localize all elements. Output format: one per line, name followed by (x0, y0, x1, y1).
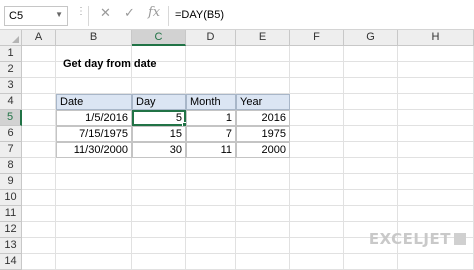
row-header-12[interactable]: 12 (0, 222, 22, 238)
formula-input[interactable]: =DAY(B5) (168, 6, 474, 26)
select-all-icon (12, 36, 19, 43)
exceljet-logo-icon (454, 233, 466, 245)
column-header-b[interactable]: B (56, 30, 132, 46)
formula-bar-divider (88, 6, 89, 26)
column-header-h[interactable]: H (398, 30, 474, 46)
row-header-14[interactable]: 14 (0, 254, 22, 270)
row-header-4[interactable]: 4 (0, 94, 22, 110)
row-header-1[interactable]: 1 (0, 46, 22, 62)
table-header-cell[interactable]: Day (132, 94, 186, 110)
row-header-2[interactable]: 2 (0, 62, 22, 78)
table-cell[interactable]: 7 (186, 126, 236, 142)
sheet-title: Get day from date (63, 58, 157, 70)
table-cell[interactable]: 1 (186, 110, 236, 126)
table-cell[interactable]: 11/30/2000 (56, 142, 132, 158)
row-header-6[interactable]: 6 (0, 126, 22, 142)
table-header-cell[interactable]: Date (56, 94, 132, 110)
cancel-icon[interactable]: ✕ (100, 5, 111, 21)
table-cell[interactable]: 1975 (236, 126, 290, 142)
row-header-5[interactable]: 5 (0, 110, 22, 126)
table-cell[interactable]: 7/15/1975 (56, 126, 132, 142)
active-cell[interactable]: 5 (132, 110, 186, 126)
logo-text: EXCELJET (368, 230, 451, 248)
name-box-value: C5 (9, 10, 24, 22)
row-header-11[interactable]: 11 (0, 206, 22, 222)
more-options-icon[interactable]: ⋮ (76, 6, 87, 17)
row-header-10[interactable]: 10 (0, 190, 22, 206)
row-header-8[interactable]: 8 (0, 158, 22, 174)
row-header-7[interactable]: 7 (0, 142, 22, 158)
row-header-3[interactable]: 3 (0, 78, 22, 94)
gridline-horizontal (22, 77, 474, 78)
exceljet-logo: EXCELJET (369, 230, 466, 248)
formula-bar: C5 ▼ ⋮ ✕ ✓ fx =DAY(B5) (0, 0, 474, 30)
name-box[interactable]: C5 ▼ (4, 6, 68, 26)
column-header-d[interactable]: D (186, 30, 236, 46)
table-cell[interactable]: 30 (132, 142, 186, 158)
select-all-button[interactable] (0, 30, 22, 46)
insert-function-icon[interactable]: fx (148, 5, 160, 20)
column-header-a[interactable]: A (22, 30, 56, 46)
gridline-horizontal (22, 189, 474, 190)
row-header-13[interactable]: 13 (0, 238, 22, 254)
gridline-horizontal (22, 173, 474, 174)
table-cell[interactable]: 2000 (236, 142, 290, 158)
table-cell[interactable]: 11 (186, 142, 236, 158)
column-header-c[interactable]: C (132, 30, 186, 46)
worksheet-grid: ABCDEFGH 1 2 3 4 5 6 7 8 9 10 11 12 13 14 Get day fro… (0, 30, 474, 270)
check-icon[interactable]: ✓ (124, 5, 135, 21)
table-cell[interactable]: 2016 (236, 110, 290, 126)
chevron-down-icon[interactable]: ▼ (55, 10, 63, 19)
table-header-cell[interactable]: Year (236, 94, 290, 110)
gridline-horizontal (22, 221, 474, 222)
column-header-f[interactable]: F (290, 30, 344, 46)
table-cell[interactable]: 15 (132, 126, 186, 142)
gridline-horizontal (22, 205, 474, 206)
row-header-9[interactable]: 9 (0, 174, 22, 190)
table-header-cell[interactable]: Month (186, 94, 236, 110)
column-header-e[interactable]: E (236, 30, 290, 46)
column-header-g[interactable]: G (344, 30, 398, 46)
table-cell[interactable]: 1/5/2016 (56, 110, 132, 126)
gridline-horizontal (22, 253, 474, 254)
